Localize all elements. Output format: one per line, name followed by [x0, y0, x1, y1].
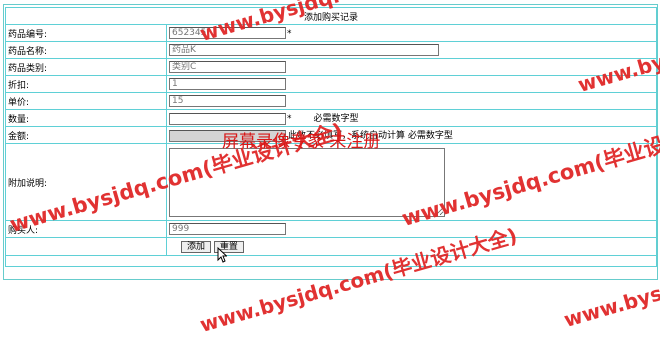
quantity-hint: 必需数字型	[313, 114, 359, 125]
buyer-row: 购买人: 999	[5, 220, 657, 238]
drug-category-label: 药品类别:	[5, 58, 167, 76]
form-title-row: 添加购买记录	[5, 7, 657, 25]
quantity-row: 数量: * 必需数字型	[5, 109, 657, 127]
form-title: 添加购买记录	[5, 7, 657, 25]
drug-name-input[interactable]: 药品K	[169, 44, 439, 56]
remark-row: 附加说明:	[5, 143, 657, 221]
unit-price-label: 单价:	[5, 92, 167, 110]
drug-id-row: 药品编号: 652345 *	[5, 24, 657, 42]
buyer-input[interactable]: 999	[169, 223, 286, 235]
drug-name-row: 药品名称: 药品K	[5, 41, 657, 59]
required-star: *	[287, 28, 292, 39]
buttons-row-spacer	[5, 237, 167, 256]
drug-category-input[interactable]: 类别C	[169, 61, 286, 73]
unit-price-input[interactable]: 15	[169, 95, 286, 107]
remark-label: 附加说明:	[5, 143, 167, 221]
drug-name-label: 药品名称:	[5, 41, 167, 59]
drug-category-row: 药品类别: 类别C	[5, 58, 657, 76]
add-button[interactable]: 添加	[181, 240, 212, 253]
buyer-label: 购买人:	[5, 220, 167, 238]
discount-input[interactable]: 1	[169, 78, 286, 90]
quantity-label: 数量:	[5, 109, 167, 127]
mouse-pointer-icon	[217, 247, 227, 263]
footer-cell	[5, 255, 657, 267]
recorder-watermark: 屏幕录像专家 未注册	[222, 132, 381, 152]
buttons-row: 添加 重置	[5, 237, 657, 256]
required-star: *	[287, 114, 292, 125]
amount-label: 金额:	[5, 126, 167, 144]
unit-price-row: 单价: 15	[5, 92, 657, 110]
discount-label: 折扣:	[5, 75, 167, 93]
drug-id-label: 药品编号:	[5, 24, 167, 42]
footer-row	[5, 255, 657, 267]
remark-textarea[interactable]	[169, 147, 445, 217]
quantity-input[interactable]	[169, 112, 286, 125]
discount-row: 折扣: 1	[5, 75, 657, 93]
drug-id-input[interactable]: 652345	[169, 27, 286, 39]
